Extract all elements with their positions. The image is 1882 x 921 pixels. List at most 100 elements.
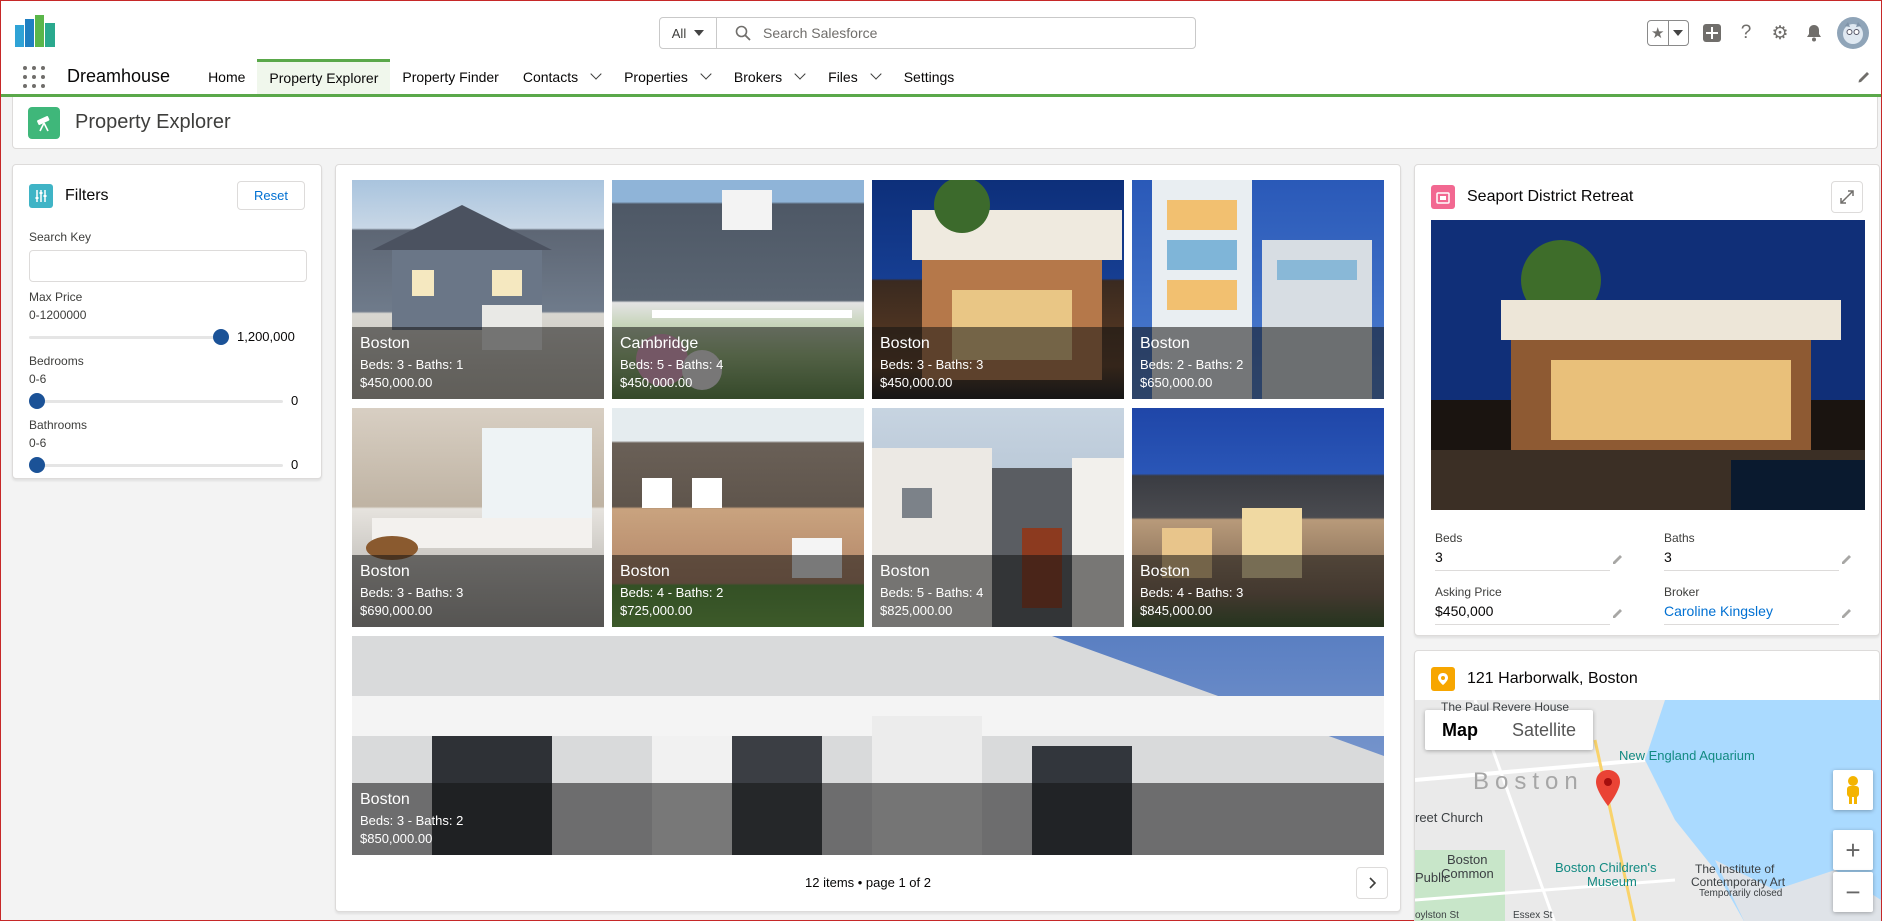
edit-nav-icon[interactable] [1857, 70, 1871, 84]
bathrooms-thumb[interactable] [29, 457, 45, 473]
map-label-institute-2: Contemporary Art [1691, 875, 1786, 889]
property-specs: Beds: 4 - Baths: 2 [620, 585, 724, 600]
chevron-down-icon[interactable] [794, 68, 806, 80]
chevron-right-icon [1369, 877, 1377, 889]
property-tile[interactable]: Boston Beds: 3 - Baths: 1 $450,000.00 [352, 180, 604, 399]
reset-button[interactable]: Reset [237, 181, 305, 210]
search-input[interactable] [763, 25, 1163, 41]
property-price: $450,000.00 [880, 375, 953, 390]
pencil-icon[interactable] [1841, 607, 1853, 619]
pencil-icon[interactable] [1612, 607, 1624, 619]
map-title: 121 Harborwalk, Boston [1467, 670, 1638, 687]
bathrooms-track[interactable] [29, 464, 283, 467]
property-city: Boston [1140, 335, 1190, 352]
bathrooms-slider[interactable]: 0 [29, 454, 305, 476]
property-price: $825,000.00 [880, 603, 953, 618]
pencil-icon[interactable] [1612, 553, 1624, 565]
location-pin-icon [1431, 667, 1455, 691]
bedrooms-label: Bedrooms [29, 354, 84, 368]
broker-field: Broker Caroline Kingsley [1664, 585, 1851, 625]
map-label-museum-1: Boston Children's [1555, 860, 1657, 875]
max-price-thumb[interactable] [213, 329, 229, 345]
property-price: $450,000.00 [360, 375, 433, 390]
max-price-slider[interactable]: 1,200,000 [29, 326, 305, 348]
map-marker-icon[interactable] [1596, 770, 1620, 806]
map-type-toggle: Map Satellite [1425, 710, 1594, 750]
filter-sliders-icon [29, 183, 53, 208]
map-label-institute-3: Temporarily closed [1699, 888, 1783, 899]
map-label-institute-1: The Institute of [1695, 862, 1775, 876]
property-tile[interactable]: Boston Beds: 3 - Baths: 3 $690,000.00 [352, 408, 604, 627]
bathrooms-range: 0-6 [29, 436, 47, 450]
salesforce-logo-icon[interactable] [15, 15, 55, 47]
nav-item-property-finder[interactable]: Property Finder [390, 59, 510, 94]
zoom-out-button[interactable]: − [1833, 872, 1873, 912]
search-key-label: Search Key [29, 230, 92, 244]
chevron-down-icon[interactable] [870, 68, 882, 80]
next-page-button[interactable] [1356, 867, 1388, 899]
property-city: Boston [880, 335, 930, 352]
help-icon[interactable]: ? [1735, 22, 1757, 44]
chevron-down-icon[interactable] [700, 68, 712, 80]
filters-title: Filters [65, 186, 109, 204]
baths-label: Baths [1664, 531, 1695, 545]
property-price: $845,000.00 [1140, 603, 1213, 618]
max-price-track[interactable] [29, 336, 221, 339]
app-launcher-icon[interactable] [23, 65, 45, 88]
property-info: Boston Beds: 3 - Baths: 2 $850,000.00 [352, 783, 1384, 855]
nav-item-home[interactable]: Home [196, 59, 257, 94]
map-label-city: Boston [1473, 768, 1584, 795]
satellite-tab[interactable]: Satellite [1495, 710, 1593, 750]
nav-item-contacts[interactable]: Contacts [511, 59, 612, 94]
bedrooms-thumb[interactable] [29, 393, 45, 409]
map-tab[interactable]: Map [1425, 710, 1495, 750]
add-icon[interactable] [1701, 22, 1723, 44]
map-label-aquarium: New England Aquarium [1619, 748, 1755, 763]
favorites-menu-button[interactable] [1667, 21, 1689, 45]
property-city: Boston [360, 791, 410, 808]
search-scope-dropdown[interactable]: All [660, 18, 717, 48]
detail-title: Seaport District Retreat [1467, 188, 1634, 205]
avatar[interactable] [1837, 17, 1869, 49]
property-tile[interactable]: Cambridge Beds: 5 - Baths: 4 $450,000.00 [612, 180, 864, 399]
asking-price-field: Asking Price $450,000 [1435, 585, 1622, 625]
pencil-icon[interactable] [1841, 553, 1853, 565]
expand-button[interactable] [1831, 181, 1863, 213]
map-view[interactable]: Map Satellite The Paul Revere House New … [1415, 700, 1881, 921]
property-tile[interactable]: Boston Beds: 3 - Baths: 3 $450,000.00 [872, 180, 1124, 399]
property-tile[interactable]: Boston Beds: 4 - Baths: 2 $725,000.00 [612, 408, 864, 627]
zoom-in-button[interactable]: + [1833, 830, 1873, 870]
bell-icon[interactable] [1803, 22, 1825, 44]
nav-item-brokers[interactable]: Brokers [722, 59, 816, 94]
bedrooms-slider[interactable]: 0 [29, 390, 305, 412]
nav-item-settings[interactable]: Settings [892, 59, 967, 94]
property-city: Boston [1140, 563, 1190, 580]
bedrooms-track[interactable] [29, 400, 283, 403]
baths-value: 3 [1664, 549, 1851, 571]
property-tile[interactable]: Boston Beds: 3 - Baths: 2 $850,000.00 [352, 636, 1384, 855]
nav-item-label: Property Finder [402, 68, 499, 85]
global-search: All [659, 17, 1196, 49]
property-specs: Beds: 3 - Baths: 3 [880, 357, 984, 372]
chevron-down-icon[interactable] [590, 68, 602, 80]
search-key-input[interactable] [29, 250, 307, 282]
gear-icon[interactable]: ⚙ [1769, 22, 1791, 44]
app-nav-bar: Dreamhouse Home Property Explorer Proper… [1, 59, 1881, 97]
favorites-button[interactable]: ★ [1647, 20, 1689, 46]
map-header: 121 Harborwalk, Boston [1415, 651, 1879, 691]
property-city: Cambridge [620, 335, 699, 352]
property-tile[interactable]: Boston Beds: 5 - Baths: 4 $825,000.00 [872, 408, 1124, 627]
property-gallery: Boston Beds: 3 - Baths: 1 $450,000.00 Ca… [335, 164, 1401, 912]
filters-header: Filters Reset [13, 165, 321, 210]
broker-link[interactable]: Caroline Kingsley [1664, 603, 1851, 625]
search-scope-label: All [671, 25, 687, 41]
nav-item-properties[interactable]: Properties [612, 59, 722, 94]
street-view-pegman-icon[interactable] [1833, 770, 1873, 810]
property-info: Boston Beds: 2 - Baths: 2 $650,000.00 [1132, 327, 1384, 399]
star-icon[interactable]: ★ [1648, 21, 1668, 45]
property-tile[interactable]: Boston Beds: 2 - Baths: 2 $650,000.00 [1132, 180, 1384, 399]
pagination-text: 12 items • page 1 of 2 [805, 875, 931, 890]
nav-item-property-explorer[interactable]: Property Explorer [257, 59, 391, 94]
property-tile[interactable]: Boston Beds: 4 - Baths: 3 $845,000.00 [1132, 408, 1384, 627]
nav-item-files[interactable]: Files [816, 59, 892, 94]
